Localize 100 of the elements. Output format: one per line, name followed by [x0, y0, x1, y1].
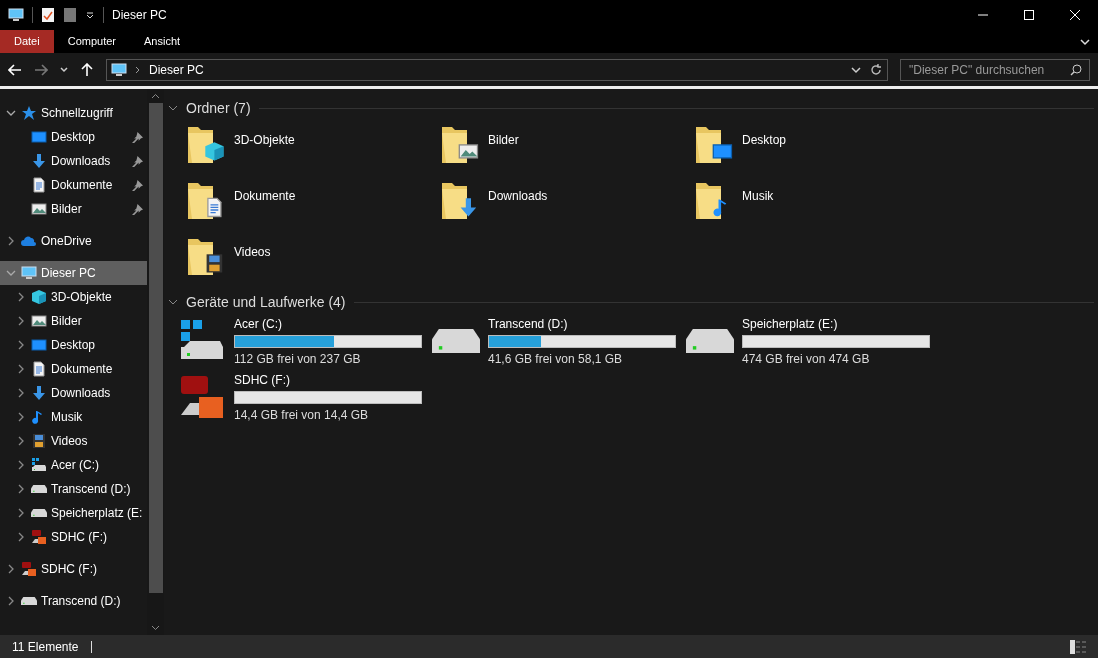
search-field[interactable]: "Dieser PC" durchsuchen [900, 58, 1090, 81]
down-arrow-icon [460, 198, 477, 217]
group-heading[interactable]: Ordner (7) [186, 97, 251, 119]
ribbon-tab[interactable]: Computer [53, 30, 130, 53]
chevron-right-icon[interactable] [16, 532, 26, 542]
drive-tile[interactable]: SDHC (F:) 14,4 GB frei von 14,4 GB [178, 369, 432, 425]
chevron-down-icon[interactable] [851, 64, 861, 75]
drive-icon [686, 329, 734, 353]
tree-label: SDHC (F:) [51, 529, 107, 546]
pin-icon[interactable] [132, 155, 143, 167]
document-icon [31, 361, 47, 377]
image-icon [31, 313, 47, 329]
down-arrow-icon [31, 385, 47, 401]
folder-tile[interactable]: Downloads [440, 175, 694, 231]
window-title: Dieser PC [112, 7, 167, 24]
tree-item[interactable]: Desktop [0, 333, 147, 357]
chevron-right-icon[interactable] [16, 508, 26, 518]
address-field[interactable]: Dieser PC [106, 58, 888, 81]
free-space: 14,4 GB frei von 14,4 GB [234, 406, 370, 424]
pin-icon[interactable] [132, 179, 143, 191]
path-segment[interactable]: Dieser PC [149, 60, 204, 79]
tree-label: Bilder [51, 201, 82, 218]
tree-item[interactable]: Transcend (D:) [0, 477, 147, 501]
chevron-right-icon[interactable] [6, 564, 16, 574]
tree-label: Acer (C:) [51, 457, 99, 474]
chevron-down-icon[interactable] [6, 108, 16, 118]
tree-item[interactable]: OneDrive [0, 229, 147, 253]
up-arrow-icon[interactable] [80, 62, 94, 77]
ribbon-tab[interactable]: Datei [0, 30, 54, 53]
folder-name: Dokumente [234, 188, 296, 205]
tree-item[interactable]: Downloads [0, 381, 147, 405]
tree-item[interactable]: Dokumente [0, 173, 147, 197]
tree-item[interactable]: Transcend (D:) [0, 589, 147, 613]
drive-tile[interactable]: Speicherplatz (E:) 474 GB frei von 474 GB [686, 313, 940, 369]
chevron-right-icon[interactable] [6, 236, 16, 246]
chevron-right-icon[interactable] [16, 412, 26, 422]
tree-item[interactable]: 3D-Objekte [0, 285, 147, 309]
tree-label: Downloads [51, 153, 111, 170]
back-arrow-icon[interactable] [8, 62, 22, 77]
folder-tile[interactable]: Musik [694, 175, 948, 231]
forward-arrow-icon[interactable] [34, 62, 48, 77]
chevron-right-icon[interactable] [16, 460, 26, 470]
tree-item[interactable]: Desktop [0, 125, 147, 149]
monitor-icon [8, 7, 24, 23]
star-icon [21, 105, 37, 121]
tree-label: Dieser PC [41, 265, 96, 282]
chevron-down-icon[interactable] [1080, 36, 1090, 47]
tree-label: Musik [51, 409, 83, 426]
folder-tile[interactable]: 3D-Objekte [186, 119, 440, 175]
folder-tile[interactable]: Dokumente [186, 175, 440, 231]
drive-tile[interactable]: Acer (C:) 112 GB frei von 237 GB [178, 313, 432, 369]
tree-item[interactable]: SDHC (F:) [0, 525, 147, 549]
tree-item[interactable]: Acer (C:) [0, 453, 147, 477]
maximize-icon [1024, 10, 1034, 20]
chevron-right-icon[interactable] [16, 316, 26, 326]
memory-card-icon [178, 373, 226, 421]
refresh-icon[interactable] [869, 62, 883, 77]
folder-name: 3D-Objekte [234, 132, 295, 149]
tree-label: Videos [51, 433, 88, 450]
pin-icon[interactable] [132, 131, 143, 143]
search-icon [1070, 63, 1082, 76]
tree-item[interactable]: Videos [0, 429, 147, 453]
chevron-right-icon[interactable] [16, 436, 26, 446]
tree-item[interactable]: Musik [0, 405, 147, 429]
memory-card-icon [31, 529, 47, 545]
drive-tile[interactable]: Transcend (D:) 41,6 GB frei von 58,1 GB [432, 313, 686, 369]
chevron-right-icon[interactable] [16, 484, 26, 494]
chevron-right-icon[interactable] [16, 292, 26, 302]
free-space: 112 GB frei von 237 GB [234, 350, 362, 368]
pin-icon[interactable] [132, 203, 143, 215]
tree-label: Desktop [51, 129, 96, 146]
tree-item[interactable]: Downloads [0, 149, 147, 173]
scroll-up-icon[interactable] [151, 93, 160, 99]
dropdown-icon[interactable] [85, 10, 95, 20]
tree-item[interactable]: Bilder [0, 309, 147, 333]
tree-item[interactable]: Bilder [0, 197, 147, 221]
folder-tile[interactable]: Bilder [440, 119, 694, 175]
chevron-right-icon [135, 65, 141, 74]
chevron-right-icon[interactable] [16, 340, 26, 350]
tree-label: Desktop [51, 337, 96, 354]
ribbon-tab[interactable]: Ansicht [130, 30, 195, 53]
folder-name: Desktop [742, 132, 787, 149]
chevron-right-icon[interactable] [16, 388, 26, 398]
drive-name: Transcend (D:) [488, 315, 569, 333]
group-heading[interactable]: Geräte und Laufwerke (4) [186, 291, 346, 313]
tree-item[interactable]: Dieser PC [0, 261, 147, 285]
chevron-right-icon[interactable] [6, 596, 16, 606]
details-view-icon[interactable] [1070, 639, 1086, 654]
chevron-down-icon[interactable] [60, 65, 68, 74]
tree-item[interactable]: Dokumente [0, 357, 147, 381]
tree-item[interactable]: Speicherplatz (E: [0, 501, 147, 525]
tree-label: Transcend (D:) [41, 593, 121, 610]
tree-item[interactable]: Schnellzugriff [0, 101, 147, 125]
folder-name: Musik [742, 188, 774, 205]
tree-item[interactable]: SDHC (F:) [0, 557, 147, 581]
scroll-down-icon[interactable] [151, 625, 160, 631]
chevron-right-icon[interactable] [16, 364, 26, 374]
folder-tile[interactable]: Desktop [694, 119, 948, 175]
folder-tile[interactable]: Videos [186, 231, 440, 287]
properties-icon[interactable] [41, 7, 55, 23]
